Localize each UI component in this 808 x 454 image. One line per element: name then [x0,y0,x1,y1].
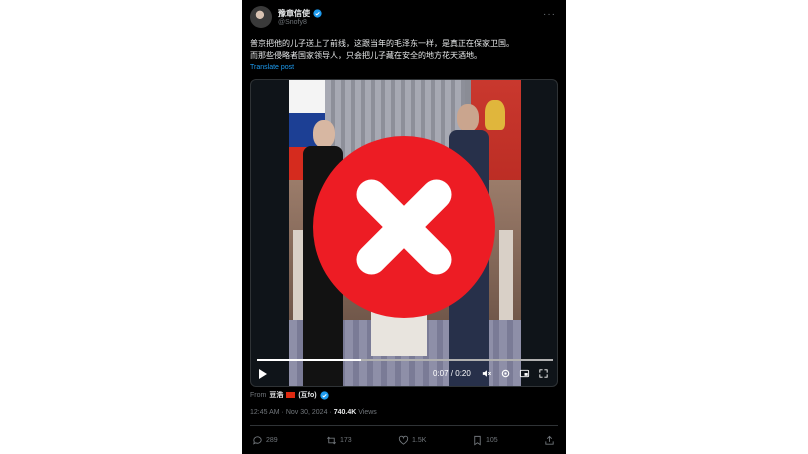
column [499,230,513,330]
like-count: 1.5K [412,437,427,444]
separator: · [329,409,332,416]
post-header: 豫章信使 @Snofy8 ··· [250,6,558,32]
verified-badge-icon [313,9,322,18]
video-time: 0:07 / 0:20 [433,369,471,378]
source-name-suffix[interactable]: (互fo) [298,390,316,400]
video-controls: 0:07 / 0:20 [251,366,557,382]
views-label: Views [358,409,377,416]
translate-post-link[interactable]: Translate post [250,64,294,71]
volume-icon[interactable] [481,368,492,379]
share-button[interactable] [544,435,555,446]
more-icon[interactable]: ··· [543,9,556,20]
post-text-line-2: 而那些侵略者国家领导人，只会把儿子藏在安全的地方花天酒地。 [250,51,482,60]
author-name-row: 豫章信使 [278,8,322,19]
repost-icon [327,436,336,445]
post-text-line-1: 普京把他的儿子送上了前线，这跟当年的毛泽东一样，是真正在保家卫国。 [250,39,514,48]
post-meta: 12:45 AM · Nov 30, 2024 · 740.4K Views [250,409,377,416]
source-name[interactable]: 豆浩 [269,390,283,400]
fullscreen-icon[interactable] [538,368,549,379]
video-progress-bar[interactable] [257,359,553,361]
action-bar: 289 173 1.5K 105 [250,435,558,449]
separator: · [281,409,284,416]
bookmark-icon [474,435,481,446]
check-icon [320,390,329,400]
post-text: 普京把他的儿子送上了前线，这跟当年的毛泽东一样，是真正在保家卫国。 而那些侵略者… [250,38,558,62]
china-flag-icon [286,392,296,398]
like-button[interactable]: 1.5K [398,435,426,446]
repost-button[interactable]: 173 [326,435,352,446]
reply-count: 289 [266,437,278,444]
reply-icon [253,436,262,445]
post-time[interactable]: 12:45 AM [250,409,280,416]
video-player[interactable]: 0:07 / 0:20 [250,79,558,387]
share-icon [545,435,554,445]
post-card: 豫章信使 @Snofy8 ··· 普京把他的儿子送上了前线，这跟当年的毛泽东一样… [242,0,566,454]
pip-icon[interactable] [519,368,530,379]
avatar[interactable] [250,6,272,28]
divider [250,425,558,426]
video-progress-fill [257,359,361,361]
author-display-name[interactable]: 豫章信使 [278,8,310,19]
like-icon [398,435,409,445]
post-date[interactable]: Nov 30, 2024 [286,409,328,416]
play-icon[interactable] [259,369,267,379]
red-x-overlay-icon [313,136,495,318]
repost-count: 173 [340,437,352,444]
bookmark-count: 105 [486,437,498,444]
author-handle[interactable]: @Snofy8 [278,19,307,26]
from-label: From [250,391,267,399]
bookmark-button[interactable]: 105 [472,435,498,446]
reply-button[interactable]: 289 [252,435,278,446]
settings-icon[interactable] [500,368,511,379]
source-attribution: From 豆浩 (互fo) [250,390,329,400]
views-count: 740.4K [333,409,357,416]
